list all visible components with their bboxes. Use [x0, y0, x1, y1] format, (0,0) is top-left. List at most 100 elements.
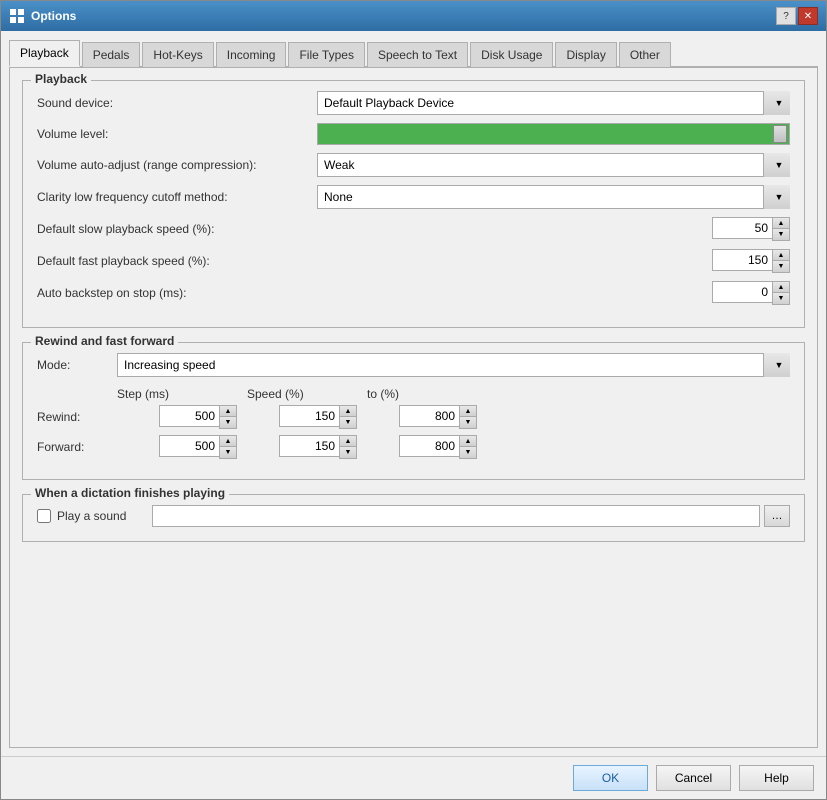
rewind-speed-up[interactable]: ▲	[340, 406, 356, 417]
tab-other[interactable]: Other	[619, 42, 671, 67]
volume-level-row: Volume level:	[37, 123, 790, 145]
play-sound-row: Play a sound …	[37, 505, 790, 527]
forward-speed-spinner: ▲ ▼	[279, 435, 357, 459]
slow-speed-up-button[interactable]: ▲	[773, 218, 789, 229]
volume-bar[interactable]	[317, 123, 790, 145]
volume-auto-row: Volume auto-adjust (range compression): …	[37, 153, 790, 177]
mode-select[interactable]: Increasing speed Fixed speed Jump	[117, 353, 790, 377]
rewind-data-row: Rewind: ▲ ▼	[37, 405, 790, 429]
mode-label: Mode:	[37, 358, 117, 372]
tab-speechtotext[interactable]: Speech to Text	[367, 42, 468, 67]
clarity-label: Clarity low frequency cutoff method:	[37, 190, 317, 204]
browse-button[interactable]: …	[764, 505, 790, 527]
rewind-step-spinner-buttons: ▲ ▼	[219, 405, 237, 429]
help-button[interactable]: Help	[739, 765, 814, 791]
tab-pedals[interactable]: Pedals	[82, 42, 141, 67]
rewind-step-input[interactable]	[159, 405, 219, 427]
clarity-select[interactable]: None Low Medium High	[317, 185, 790, 209]
rewind-to-input[interactable]	[399, 405, 459, 427]
slow-speed-row: Default slow playback speed (%): ▲ ▼	[37, 217, 790, 241]
forward-speed-cell: ▲ ▼	[237, 435, 357, 459]
sound-device-select[interactable]: Default Playback Device	[317, 91, 790, 115]
forward-speed-down[interactable]: ▼	[340, 447, 356, 458]
fast-speed-input[interactable]	[712, 249, 772, 271]
window-title: Options	[31, 9, 76, 23]
forward-step-down[interactable]: ▼	[220, 447, 236, 458]
forward-label: Forward:	[37, 440, 117, 454]
title-bar: Options ? ✕	[1, 1, 826, 31]
sound-file-input[interactable]	[152, 505, 760, 527]
rewind-speed-spinner-buttons: ▲ ▼	[339, 405, 357, 429]
rewind-speed-input[interactable]	[279, 405, 339, 427]
sound-device-label: Sound device:	[37, 96, 317, 110]
rewind-step-spinner: ▲ ▼	[159, 405, 237, 429]
forward-to-spinner-buttons: ▲ ▼	[459, 435, 477, 459]
forward-speed-spinner-buttons: ▲ ▼	[339, 435, 357, 459]
sound-device-control: Default Playback Device	[317, 91, 790, 115]
tab-hotkeys[interactable]: Hot-Keys	[142, 42, 213, 67]
ok-button[interactable]: OK	[573, 765, 648, 791]
rewind-to-spinner-buttons: ▲ ▼	[459, 405, 477, 429]
mode-select-wrapper: Increasing speed Fixed speed Jump	[117, 353, 790, 377]
clarity-select-wrapper: None Low Medium High	[317, 185, 790, 209]
forward-to-cell: ▲ ▼	[357, 435, 477, 459]
sound-device-select-wrapper: Default Playback Device	[317, 91, 790, 115]
tab-incoming[interactable]: Incoming	[216, 42, 287, 67]
forward-to-up[interactable]: ▲	[460, 436, 476, 447]
playback-group-title: Playback	[31, 72, 91, 86]
play-sound-label: Play a sound	[57, 509, 126, 523]
forward-to-down[interactable]: ▼	[460, 447, 476, 458]
auto-backstep-spinner: ▲ ▼	[712, 281, 790, 305]
dictation-group-title: When a dictation finishes playing	[31, 486, 229, 500]
title-bar-left: Options	[9, 8, 76, 24]
fast-speed-control: ▲ ▼	[317, 249, 790, 273]
rewind-to-down[interactable]: ▼	[460, 417, 476, 428]
forward-step-cell: ▲ ▼	[117, 435, 237, 459]
tab-filetypes[interactable]: File Types	[288, 42, 364, 67]
fast-speed-up-button[interactable]: ▲	[773, 250, 789, 261]
slow-speed-input[interactable]	[712, 217, 772, 239]
volume-level-label: Volume level:	[37, 127, 317, 141]
slow-speed-down-button[interactable]: ▼	[773, 229, 789, 240]
fast-speed-down-button[interactable]: ▼	[773, 261, 789, 272]
auto-backstep-up-button[interactable]: ▲	[773, 282, 789, 293]
clarity-control: None Low Medium High	[317, 185, 790, 209]
fast-speed-spinner-buttons: ▲ ▼	[772, 249, 790, 273]
forward-data-row: Forward: ▲ ▼	[37, 435, 790, 459]
close-button[interactable]: ✕	[798, 7, 818, 25]
slow-speed-spinner: ▲ ▼	[712, 217, 790, 241]
rewind-speed-down[interactable]: ▼	[340, 417, 356, 428]
play-sound-checkbox[interactable]	[37, 509, 51, 523]
rewind-group: Rewind and fast forward Mode: Increasing…	[22, 342, 805, 480]
auto-backstep-down-button[interactable]: ▼	[773, 293, 789, 304]
rewind-step-down[interactable]: ▼	[220, 417, 236, 428]
rewind-step-up[interactable]: ▲	[220, 406, 236, 417]
help-title-button[interactable]: ?	[776, 7, 796, 25]
forward-step-up[interactable]: ▲	[220, 436, 236, 447]
fast-speed-label: Default fast playback speed (%):	[37, 254, 317, 268]
auto-backstep-label: Auto backstep on stop (ms):	[37, 286, 317, 300]
tab-display[interactable]: Display	[555, 42, 616, 67]
forward-step-input[interactable]	[159, 435, 219, 457]
auto-backstep-input[interactable]	[712, 281, 772, 303]
forward-speed-up[interactable]: ▲	[340, 436, 356, 447]
tab-diskusage[interactable]: Disk Usage	[470, 42, 553, 67]
rewind-header-row: Step (ms) Speed (%) to (%)	[37, 387, 790, 401]
volume-slider-thumb[interactable]	[773, 125, 787, 143]
rewind-speed-cell: ▲ ▼	[237, 405, 357, 429]
auto-backstep-spinner-buttons: ▲ ▼	[772, 281, 790, 305]
slow-speed-spinner-buttons: ▲ ▼	[772, 217, 790, 241]
mode-row: Mode: Increasing speed Fixed speed Jump	[37, 353, 790, 377]
forward-to-input[interactable]	[399, 435, 459, 457]
volume-auto-select-wrapper: Weak None Medium Strong	[317, 153, 790, 177]
volume-auto-select[interactable]: Weak None Medium Strong	[317, 153, 790, 177]
forward-step-spinner-buttons: ▲ ▼	[219, 435, 237, 459]
auto-backstep-row: Auto backstep on stop (ms): ▲ ▼	[37, 281, 790, 305]
tab-bar: Playback Pedals Hot-Keys Incoming File T…	[9, 39, 818, 68]
forward-speed-input[interactable]	[279, 435, 339, 457]
forward-to-spinner: ▲ ▼	[399, 435, 477, 459]
tab-playback[interactable]: Playback	[9, 40, 80, 67]
rewind-to-up[interactable]: ▲	[460, 406, 476, 417]
forward-step-spinner: ▲ ▼	[159, 435, 237, 459]
cancel-button[interactable]: Cancel	[656, 765, 731, 791]
